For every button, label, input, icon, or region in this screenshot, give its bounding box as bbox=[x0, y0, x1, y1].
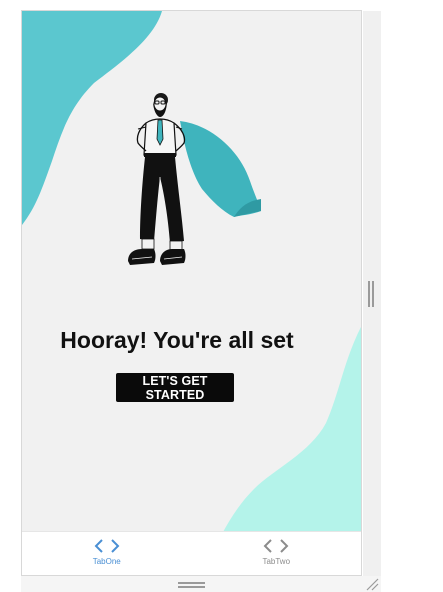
code-icon bbox=[94, 539, 120, 553]
horizontal-resize-handle[interactable] bbox=[178, 582, 205, 589]
bottom-tab-bar: TabOne TabTwo bbox=[22, 531, 361, 575]
resize-grip-icon[interactable] bbox=[365, 577, 379, 591]
superhero-illustration bbox=[128, 93, 261, 265]
code-icon bbox=[263, 539, 289, 553]
get-started-button[interactable]: LET'S GET STARTED bbox=[116, 373, 234, 402]
tab-label: TabOne bbox=[92, 557, 121, 566]
device-screen: Hooray! You're all set LET'S GET STARTED… bbox=[21, 10, 362, 576]
vertical-resize-handle[interactable] bbox=[368, 281, 375, 307]
page-title: Hooray! You're all set bbox=[60, 327, 294, 353]
tab-tabone[interactable]: TabOne bbox=[22, 532, 192, 575]
tab-tabtwo[interactable]: TabTwo bbox=[192, 532, 362, 575]
tab-label: TabTwo bbox=[262, 557, 291, 566]
